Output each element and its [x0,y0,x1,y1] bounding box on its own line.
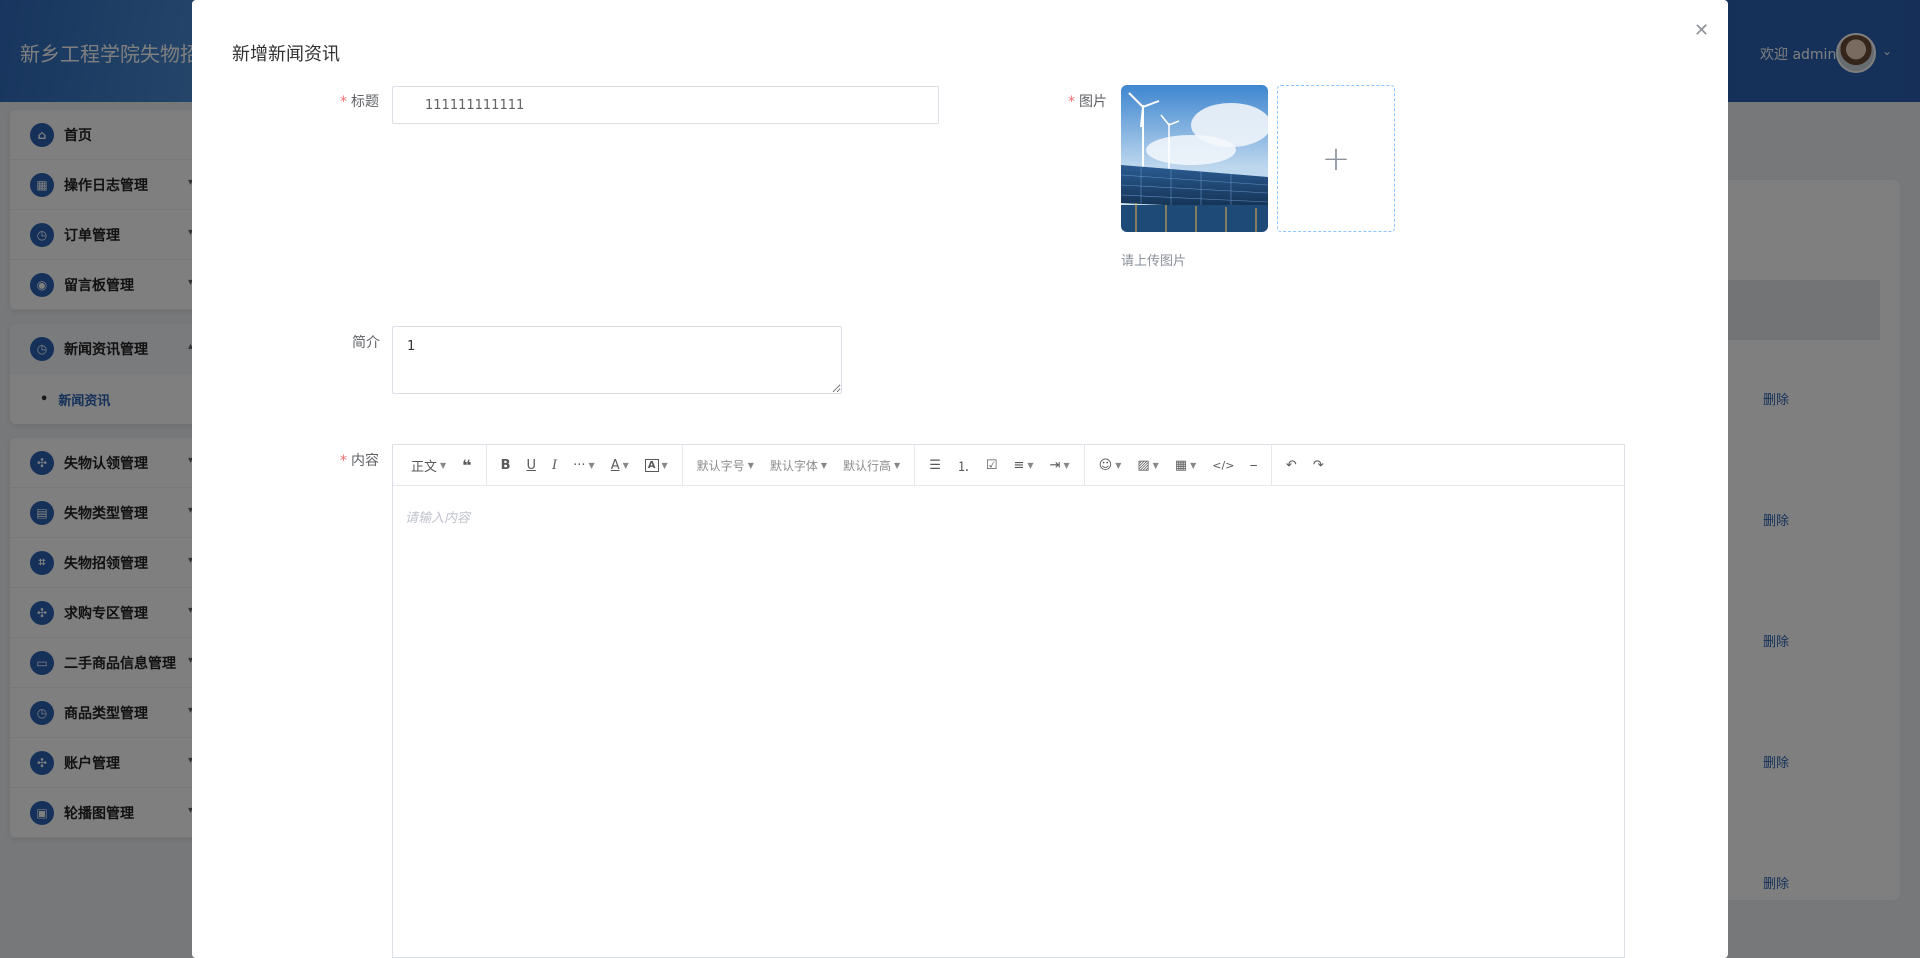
undo-icon[interactable]: ↶ [1278,450,1305,480]
table-icon[interactable]: ▦ ▼ [1167,450,1204,480]
divider-line-icon[interactable]: ⎯ [1242,450,1265,480]
rich-text-editor[interactable]: 正文 ▼ ❝ B U I ··· ▼ A ▼ A ▼ 默认字号 ▼ 默认字体 ▼ 默认行高 ▼… [392,444,1625,958]
font-size-label: 默认字号 [696,458,745,473]
close-icon[interactable]: ✕ [1694,20,1709,41]
emoji-icon[interactable]: ☺ ▼ [1091,450,1130,480]
caret-down-icon: ▼ [622,460,629,470]
title-label-text: 标题 [351,94,379,110]
paragraph-select-label: 正文 [411,459,438,475]
redo-icon[interactable]: ↷ [1305,450,1332,480]
font-size-select[interactable]: 默认字号 ▼ [689,450,762,480]
line-height-label: 默认行高 [843,458,892,473]
caret-down-icon: ▼ [747,460,754,470]
uploaded-image-thumbnail[interactable] [1121,85,1268,232]
image-label-text: 图片 [1079,94,1107,110]
font-family-select[interactable]: 默认字体 ▼ [762,450,835,480]
add-news-dialog: 新增新闻资讯 ✕ *标题 *图片 [192,0,1728,958]
numbered-list-icon[interactable]: ⒈ [949,450,978,480]
bold-icon[interactable]: B [493,450,519,480]
required-mark: * [340,453,347,469]
more-label: ··· [573,457,586,473]
image-label: * 图片 [1068,91,1107,111]
more-icon[interactable]: ··· ▼ [565,450,603,480]
paragraph-select[interactable]: 正文 ▼ [403,450,454,480]
caret-down-icon: ▼ [1190,460,1197,470]
solar-wind-image [1121,85,1268,232]
image-upload-button[interactable]: + [1277,85,1395,232]
dialog-title: 新增新闻资讯 [232,44,340,65]
required-mark: * [1068,94,1075,110]
align-icon[interactable]: ≡ ▼ [1006,450,1042,480]
caret-down-icon: ▼ [820,460,828,470]
caret-down-icon: ▼ [1027,460,1034,470]
font-family-label: 默认字体 [769,458,818,473]
editor-toolbar: 正文 ▼ ❝ B U I ··· ▼ A ▼ A ▼ 默认字号 ▼ 默认字体 ▼ 默认行高 ▼… [393,445,1624,486]
intro-label: 简介 [352,335,380,351]
caret-down-icon: ▼ [1152,460,1159,470]
bulleted-list-icon[interactable]: ☰ [921,450,949,480]
toolbar-divider [485,445,487,485]
caret-down-icon: ▼ [661,460,668,470]
indent-icon[interactable]: ⇥ ▼ [1042,450,1078,480]
title-input[interactable] [392,86,939,124]
line-height-select[interactable]: 默认行高 ▼ [835,450,908,480]
italic-icon[interactable]: I [544,450,565,480]
title-label: * 标题 [340,91,379,111]
plus-icon: + [1321,138,1351,179]
content-label-text: 内容 [351,453,379,469]
background-color-icon[interactable]: A ▼ [637,450,676,480]
underline-icon[interactable]: U [518,450,544,480]
code-icon[interactable]: </> [1204,450,1242,480]
editor-placeholder: 请输入内容 [405,511,471,526]
todo-checkbox-icon[interactable]: ☑ [978,450,1006,480]
image-icon[interactable]: ▨ ▼ [1129,450,1166,480]
toolbar-divider [1083,445,1085,485]
quote-icon[interactable]: ❝ [454,450,479,480]
toolbar-divider [914,445,916,485]
caret-down-icon: ▼ [588,460,595,470]
caret-down-icon: ▼ [894,460,901,470]
font-color-icon[interactable]: A ▼ [603,450,637,480]
toolbar-divider [1270,445,1272,485]
caret-down-icon: ▼ [440,460,447,470]
required-mark: * [340,94,347,110]
caret-down-icon: ▼ [1115,460,1122,470]
toolbar-divider [681,445,683,485]
content-label: * 内容 [340,450,379,470]
intro-textarea[interactable]: 1 [392,326,842,394]
image-hint: 请上传图片 [1121,254,1187,269]
caret-down-icon: ▼ [1063,460,1070,470]
